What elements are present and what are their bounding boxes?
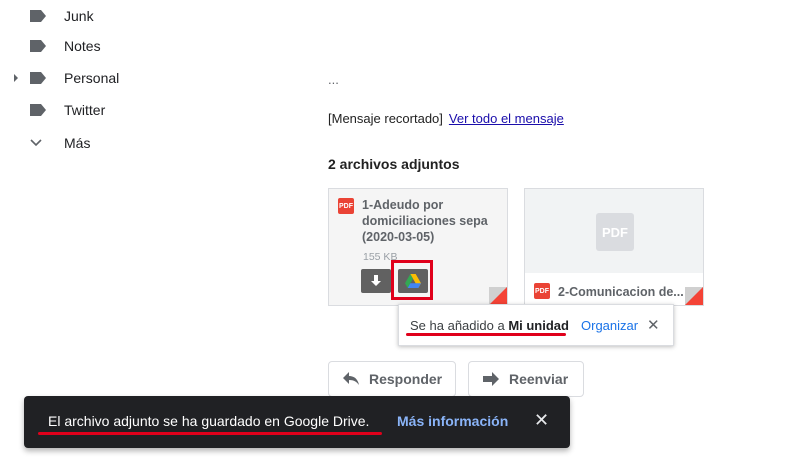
sidebar-item-more[interactable]: Más bbox=[0, 127, 300, 159]
pdf-placeholder-icon: PDF bbox=[596, 213, 634, 251]
snackbar: El archivo adjunto se ha guardado en Goo… bbox=[24, 396, 570, 448]
sidebar-item-label: Twitter bbox=[64, 102, 106, 118]
download-button[interactable] bbox=[361, 269, 391, 293]
highlight-box bbox=[391, 260, 433, 300]
popup-message: Se ha añadido a Mi unidad bbox=[410, 318, 569, 333]
clipped-text: [Mensaje recortado] bbox=[328, 111, 443, 126]
view-full-message-link[interactable]: Ver todo el mensaje bbox=[449, 111, 564, 126]
download-icon bbox=[371, 275, 381, 286]
label-icon bbox=[30, 104, 46, 116]
sidebar-item-label: Más bbox=[64, 135, 91, 151]
clipped-message-notice: [Mensaje recortado] Ver todo el mensaje bbox=[328, 111, 564, 126]
sidebar-item-label: Personal bbox=[64, 70, 120, 86]
forward-icon bbox=[483, 372, 499, 386]
pdf-icon: PDF bbox=[534, 283, 550, 299]
sidebar-item-junk[interactable]: Junk bbox=[0, 0, 300, 32]
page-fold-corner bbox=[489, 287, 507, 305]
close-icon[interactable]: ✕ bbox=[647, 316, 660, 334]
label-icon bbox=[30, 40, 46, 52]
close-icon[interactable]: ✕ bbox=[534, 410, 549, 431]
pdf-icon: PDF bbox=[338, 198, 354, 214]
attachment-preview: PDF bbox=[525, 189, 703, 273]
sidebar-item-personal[interactable]: Personal bbox=[0, 62, 300, 94]
attachment-title-line: domiciliaciones sepa bbox=[362, 214, 488, 228]
reply-button[interactable]: Responder bbox=[328, 361, 456, 397]
more-info-link[interactable]: Más información bbox=[397, 413, 508, 429]
popup-message-location: Mi unidad bbox=[508, 318, 569, 333]
page-fold-corner bbox=[685, 287, 703, 305]
label-icon bbox=[30, 72, 46, 84]
drive-saved-popup: Se ha añadido a Mi unidad Organizar ✕ bbox=[398, 304, 674, 346]
caret-right-icon[interactable] bbox=[12, 74, 20, 82]
forward-button[interactable]: Reenviar bbox=[468, 361, 584, 397]
chevron-down-icon bbox=[30, 139, 42, 147]
attachment-title: 1-Adeudo por domiciliaciones sepa (2020-… bbox=[362, 197, 488, 245]
sidebar-item-label: Junk bbox=[64, 8, 94, 24]
snackbar-message: El archivo adjunto se ha guardado en Goo… bbox=[48, 413, 370, 429]
popup-message-prefix: Se ha añadido a bbox=[410, 318, 509, 333]
quoted-ellipsis[interactable]: ... bbox=[328, 72, 339, 87]
attachment-title-line: (2020-03-05) bbox=[362, 230, 435, 244]
reply-label: Responder bbox=[369, 371, 443, 387]
forward-label: Reenviar bbox=[509, 371, 569, 387]
reply-icon bbox=[343, 372, 359, 385]
annotation-underline bbox=[406, 333, 566, 336]
attachments-heading: 2 archivos adjuntos bbox=[328, 156, 460, 172]
organize-link[interactable]: Organizar bbox=[581, 318, 638, 333]
attachment-title: 2-Comunicacion de... bbox=[558, 285, 684, 299]
sidebar-item-twitter[interactable]: Twitter bbox=[0, 94, 300, 126]
attachment-title-line: 1-Adeudo por bbox=[362, 198, 444, 212]
sidebar-item-notes[interactable]: Notes bbox=[0, 30, 300, 62]
label-icon bbox=[30, 10, 46, 22]
annotation-underline bbox=[38, 432, 382, 435]
sidebar-item-label: Notes bbox=[64, 38, 101, 54]
attachment-card[interactable]: PDF PDF 2-Comunicacion de... bbox=[524, 188, 704, 306]
